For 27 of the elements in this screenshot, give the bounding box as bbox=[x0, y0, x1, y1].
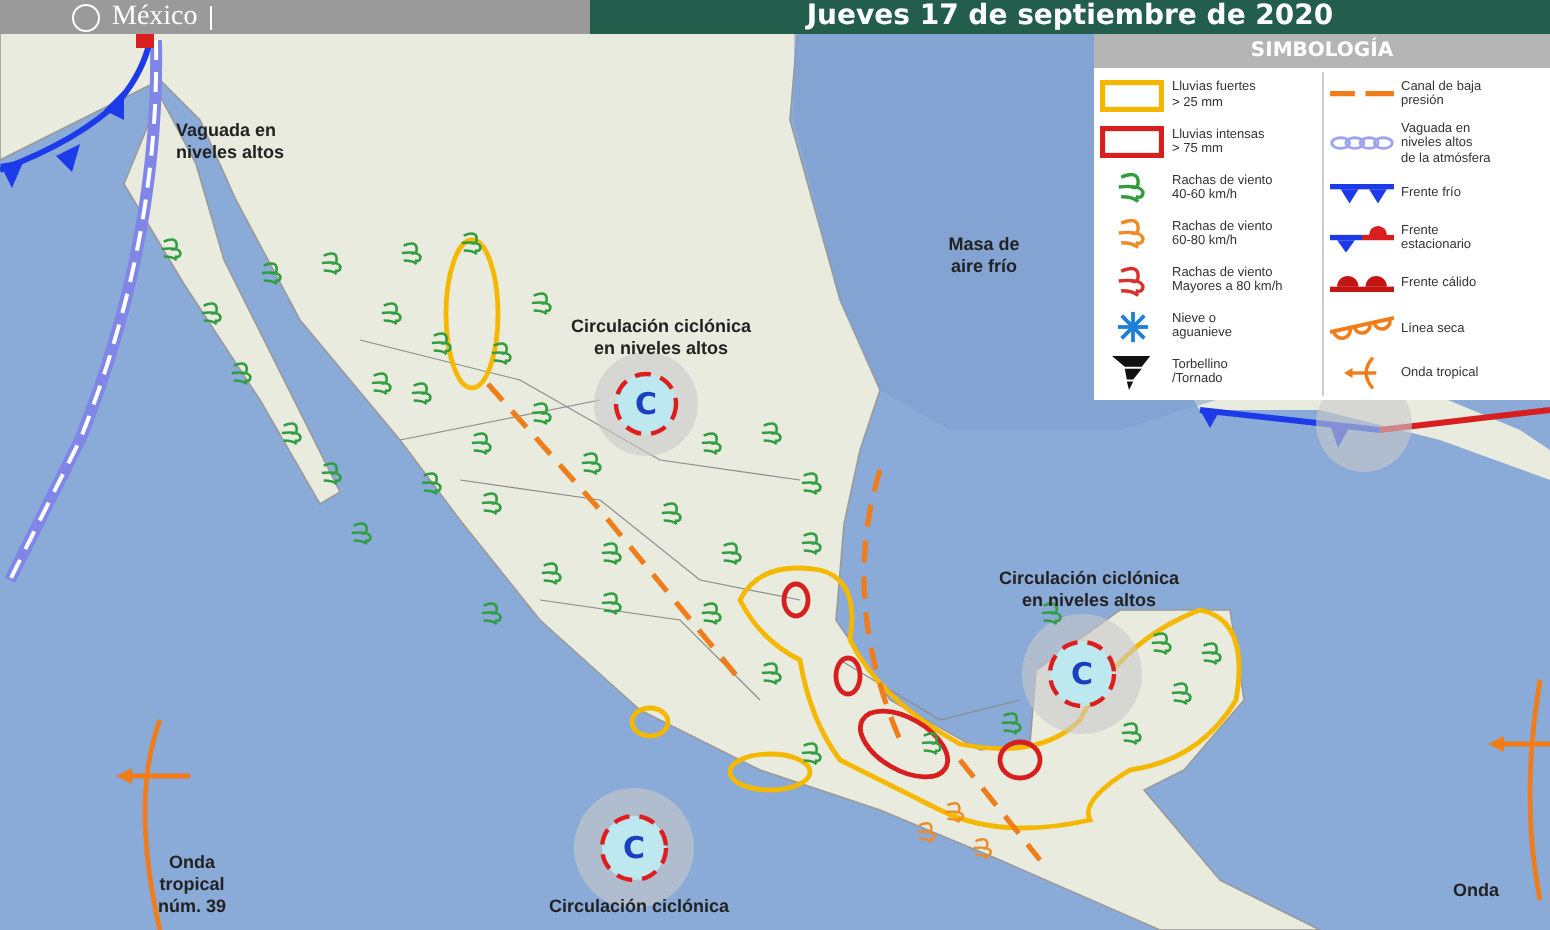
dashed-line-icon bbox=[1329, 90, 1393, 99]
cold-front-icon bbox=[1329, 183, 1393, 204]
chain-line-icon bbox=[1329, 136, 1393, 151]
dashed-trough-line bbox=[957, 758, 1043, 862]
rain-area-outline bbox=[629, 705, 671, 739]
warm-front-icon bbox=[1329, 275, 1393, 292]
cyclone-marker: C bbox=[632, 384, 659, 424]
seal-icon bbox=[72, 3, 100, 31]
cyclone-marker: C bbox=[620, 828, 647, 868]
dry-line-icon bbox=[1329, 316, 1393, 341]
logo-text: México bbox=[112, 0, 198, 34]
map-label: Vaguada en niveles altos bbox=[176, 120, 287, 164]
map-label: Circulación ciclónica en niveles altos bbox=[568, 316, 754, 360]
arc-arrow-icon bbox=[1344, 356, 1378, 391]
tornado-icon bbox=[1112, 355, 1152, 390]
map-label: Onda bbox=[1450, 880, 1501, 902]
map-label: Masa de aire frío bbox=[946, 234, 1022, 278]
cyclone-circle-drawing bbox=[1022, 614, 1142, 734]
snowflake-icon bbox=[1115, 309, 1149, 344]
legend-title: SIMBOLOGÍA bbox=[1094, 34, 1550, 68]
stationary-front-icon bbox=[1329, 225, 1393, 252]
map-label: Circulación ciclónica en niveles altos bbox=[996, 568, 1182, 612]
cyclone-circle-drawing bbox=[594, 352, 698, 456]
map-label: Circulación ciclónica bbox=[546, 896, 732, 918]
cyclone-marker: C bbox=[1068, 654, 1095, 694]
map-title: Jueves 17 de septiembre de 2020 bbox=[806, 0, 1334, 34]
map-label: Onda tropical núm. 39 bbox=[155, 852, 228, 917]
